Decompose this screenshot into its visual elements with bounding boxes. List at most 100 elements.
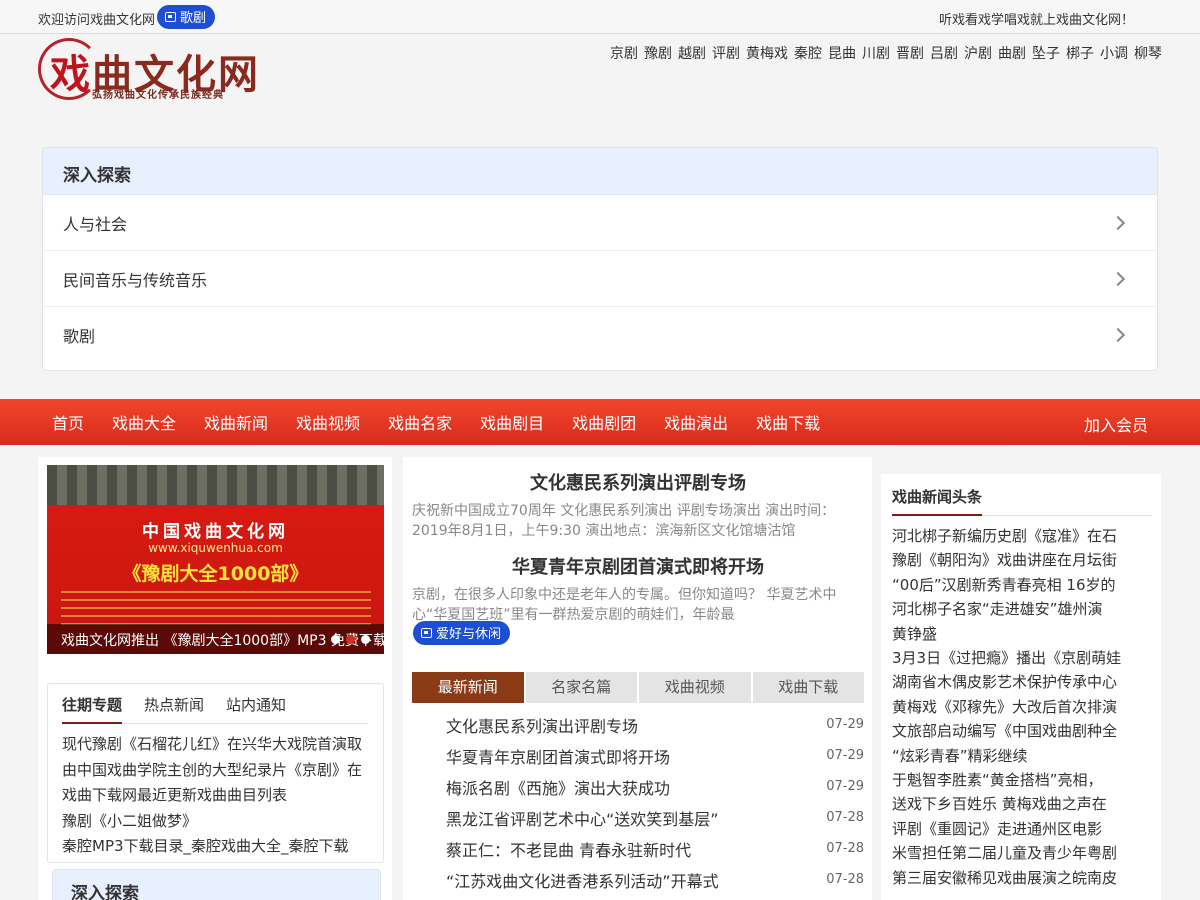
news-row[interactable]: 华夏青年京剧团首演式即将开场 07-29	[412, 740, 864, 771]
list-item[interactable]: 由中国戏曲学院主创的大型纪录片《京剧》在	[62, 758, 372, 784]
main-nav-item[interactable]: 戏曲剧目	[480, 410, 544, 434]
genre-link[interactable]: 小调	[1100, 43, 1128, 63]
explore-panel-2-title: 深入探索	[52, 869, 381, 900]
featured-article: 文化惠民系列演出评剧专场 庆祝新中国成立70周年 文化惠民系列演出 评剧专场演出…	[412, 469, 864, 541]
list-item[interactable]: 豫剧《小二姐做梦》	[62, 809, 372, 835]
headline-item[interactable]: “00后”汉剧新秀青春亮相 16岁的	[892, 573, 1154, 597]
featured-title[interactable]: 文化惠民系列演出评剧专场	[412, 469, 864, 495]
list-item[interactable]: 现代豫剧《石榴花儿红》在兴华大戏院首演取	[62, 732, 372, 758]
headline-item[interactable]: “炫彩青春”精彩继续	[892, 744, 1154, 768]
genre-link[interactable]: 曲剧	[998, 43, 1026, 63]
genre-link[interactable]: 沪剧	[964, 43, 992, 63]
headline-item[interactable]: 评剧《重圆记》走进通州区电影	[892, 817, 1154, 841]
genre-link[interactable]: 秦腔	[794, 43, 822, 63]
headline-item[interactable]: 河北梆子名家“走进雄安”雄州演	[892, 597, 1154, 621]
headline-item[interactable]: 于魁智李胜素“黄金搭档”亮相，	[892, 768, 1154, 792]
banner-line-2: www.xiquwenhua.com	[148, 541, 283, 555]
logo-title-first: 戏	[50, 51, 92, 98]
main-nav-item[interactable]: 戏曲大全	[112, 410, 176, 434]
slide-dot[interactable]	[361, 635, 370, 644]
news-row[interactable]: 黑龙江省评剧艺术中心“送欢笑到基层” 07-28	[412, 802, 864, 833]
explore-item-label: 民间音乐与传统音乐	[63, 270, 208, 290]
news-date: 07-29	[826, 717, 864, 732]
slide-dot[interactable]	[331, 635, 340, 644]
explore-item-label: 歌剧	[63, 327, 96, 346]
featured-summary: 庆祝新中国成立70周年 文化惠民系列演出 评剧专场演出 演出时间：2019年8月…	[412, 503, 836, 539]
explore-panel-title: 深入探索	[43, 148, 1157, 195]
featured-summary: 京剧，在很多人印象中还是老年人的专属。但你知道吗？ 华夏艺术中心“华夏国艺班”里…	[412, 587, 837, 623]
explore-item-opera[interactable]: 歌剧	[43, 307, 1157, 363]
tag-icon	[421, 627, 432, 638]
news-row[interactable]: 蔡正仁：不老昆曲 青春永驻新时代 07-28	[412, 833, 864, 864]
headline-item[interactable]: 文旅部启动编写《中国戏曲剧种全	[892, 719, 1154, 743]
slide-dot-active[interactable]	[346, 635, 355, 644]
headline-item[interactable]: 豫剧《朝阳沟》戏曲讲座在月坛街	[892, 548, 1154, 572]
genre-link[interactable]: 昆曲	[828, 43, 856, 63]
main-nav-item[interactable]: 戏曲名家	[388, 410, 452, 434]
tab-site-notice[interactable]: 站内通知	[226, 684, 286, 724]
banner-slideshow[interactable]: 中国戏曲文化网 www.xiquwenhua.com 《豫剧大全1000部》 戏…	[47, 465, 384, 654]
news-title: “江苏戏曲文化进香港系列活动”开幕式	[446, 871, 719, 891]
genre-link[interactable]: 黄梅戏	[746, 43, 788, 63]
main-nav-item[interactable]: 戏曲演出	[664, 410, 728, 434]
tab-hot-news[interactable]: 热点新闻	[144, 684, 204, 724]
explore-item-society[interactable]: 人与社会	[43, 195, 1157, 251]
genre-link[interactable]: 坠子	[1032, 43, 1060, 63]
news-row[interactable]: 梅派名剧《西施》演出大获成功 07-29	[412, 771, 864, 802]
news-row[interactable]: “江苏戏曲文化进香港系列活动”开幕式 07-28	[412, 864, 864, 895]
banner-texture	[61, 587, 371, 625]
news-title: 黑龙江省评剧艺术中心“送欢笑到基层”	[446, 809, 719, 829]
tab-famous-works[interactable]: 名家名篇	[526, 672, 639, 703]
news-title: 文化惠民系列演出评剧专场	[446, 716, 639, 736]
headlines-list: 河北梆子新编历史剧《寇准》在石 豫剧《朝阳沟》戏曲讲座在月坛街 “00后”汉剧新秀青…	[892, 524, 1154, 890]
genre-link[interactable]: 京剧	[610, 43, 638, 63]
tab-opera-video[interactable]: 戏曲视频	[639, 672, 753, 703]
headline-item[interactable]: 黄梅戏《邓稼先》大改后首次排演	[892, 695, 1154, 719]
headline-item[interactable]: 3月3日《过把瘾》播出《京剧萌娃	[892, 646, 1154, 670]
tab-opera-download[interactable]: 戏曲下载	[753, 672, 865, 703]
right-column: 戏曲新闻头条 河北梆子新编历史剧《寇准》在石 豫剧《朝阳沟》戏曲讲座在月坛街 “00…	[881, 474, 1161, 900]
list-item[interactable]: 戏曲下载网最近更新戏曲曲目列表	[62, 783, 372, 809]
explore-item-folk-music[interactable]: 民间音乐与传统音乐	[43, 251, 1157, 307]
banner-roof	[47, 465, 384, 505]
left-column: 中国戏曲文化网 www.xiquwenhua.com 《豫剧大全1000部》 戏…	[38, 457, 392, 900]
genre-link[interactable]: 晋剧	[896, 43, 924, 63]
tab-latest-news[interactable]: 最新新闻	[412, 672, 526, 703]
tab-past-topics[interactable]: 往期专题	[62, 684, 123, 724]
genre-link[interactable]: 越剧	[678, 43, 706, 63]
site-logo[interactable]: 戏曲文化网 弘扬戏曲文化传承民族经典	[36, 34, 286, 106]
main-nav-item[interactable]: 戏曲下载	[756, 410, 820, 434]
join-member-link[interactable]: 加入会员	[1084, 412, 1148, 436]
headline-item[interactable]: 米雪担任第二届儿童及青少年粤剧	[892, 841, 1154, 865]
topics-box: 往期专题 热点新闻 站内通知 现代豫剧《石榴花儿红》在兴华大戏院首演取 由中国戏…	[47, 683, 384, 863]
genre-link[interactable]: 豫剧	[644, 43, 672, 63]
headline-item[interactable]: 河北梆子新编历史剧《寇准》在石	[892, 524, 1154, 548]
list-item[interactable]: 秦腔MP3下载目录_秦腔戏曲大全_秦腔下载	[62, 834, 372, 860]
headline-item[interactable]: 第三届安徽稀见戏曲展演之皖南皮	[892, 866, 1154, 890]
main-nav-item[interactable]: 戏曲剧团	[572, 410, 636, 434]
genre-link[interactable]: 评剧	[712, 43, 740, 63]
headline-item[interactable]: 湖南省木偶皮影艺术保护传承中心	[892, 670, 1154, 694]
genre-link[interactable]: 川剧	[862, 43, 890, 63]
headline-item[interactable]: 送戏下乡百姓乐 黄梅戏曲之声在	[892, 792, 1154, 816]
topics-tabs: 往期专题 热点新闻 站内通知	[62, 684, 368, 724]
genre-link[interactable]: 梆子	[1066, 43, 1094, 63]
genre-link[interactable]: 柳琴	[1134, 43, 1162, 63]
category-badge-label: 爱好与休闲	[436, 627, 502, 642]
slogan-text: 听戏看戏学唱戏就上戏曲文化网！	[938, 13, 1134, 28]
main-nav-item[interactable]: 戏曲视频	[296, 410, 360, 434]
news-row[interactable]: 文化惠民系列演出评剧专场 07-29	[412, 709, 864, 740]
headlines-title: 戏曲新闻头条	[892, 474, 983, 516]
top-bar: 欢迎访问戏曲文化网 歌剧 听戏看戏学唱戏就上戏曲文化网！	[0, 0, 1200, 34]
category-badge[interactable]: 爱好与休闲	[413, 621, 511, 645]
category-badge[interactable]: 歌剧	[157, 5, 216, 29]
genre-link[interactable]: 吕剧	[930, 43, 958, 63]
headline-item[interactable]: 黄铮盛	[892, 622, 1154, 646]
featured-title[interactable]: 华夏青年京剧团首演式即将开场	[412, 553, 864, 579]
news-date: 07-29	[826, 748, 864, 763]
main-nav-item[interactable]: 首页	[52, 410, 84, 434]
news-date: 07-28	[826, 872, 864, 887]
genre-quick-nav: 京剧 豫剧 越剧 评剧 黄梅戏 秦腔 昆曲 川剧 晋剧 吕剧 沪剧 曲剧 坠子 梆子 小调 柳琴	[610, 43, 1162, 63]
main-nav-item[interactable]: 戏曲新闻	[204, 410, 268, 434]
news-date: 07-28	[826, 810, 864, 825]
